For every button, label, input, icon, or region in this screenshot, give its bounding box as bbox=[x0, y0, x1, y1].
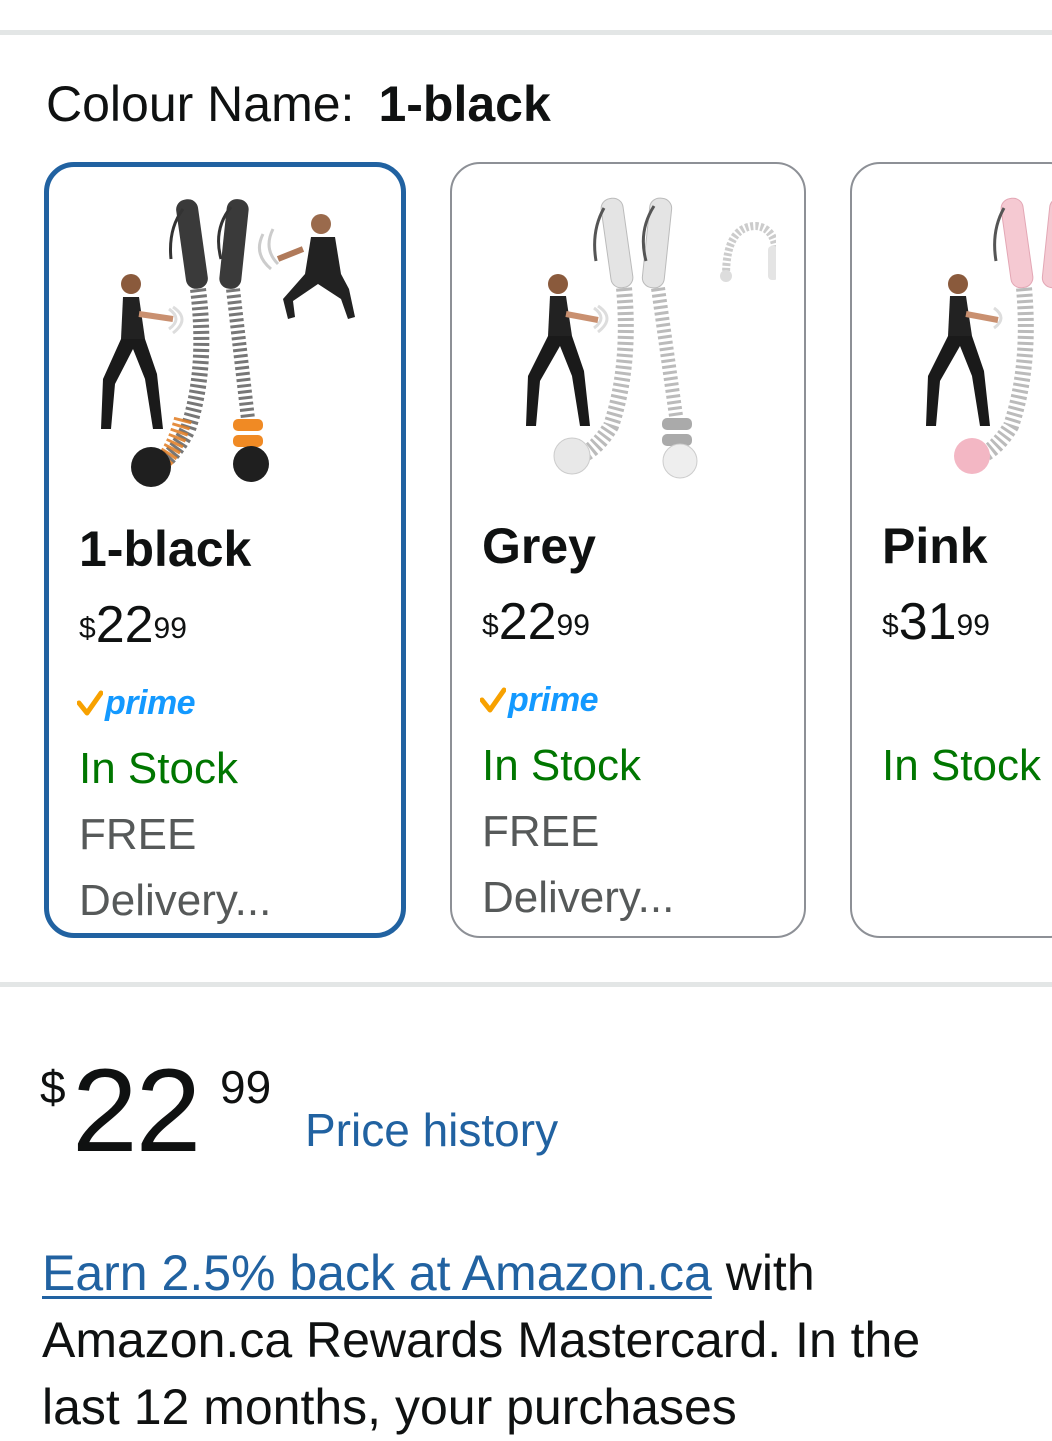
variant-name: 1-black bbox=[79, 521, 252, 577]
prime-badge: prime bbox=[77, 683, 196, 723]
top-divider bbox=[0, 30, 1052, 35]
stock-status: In Stock bbox=[882, 741, 1041, 790]
variant-card-black[interactable]: 1-black $2299 prime In Stock FREE Delive… bbox=[44, 162, 406, 938]
prime-badge: prime bbox=[480, 680, 599, 720]
prime-text: prime bbox=[105, 683, 196, 722]
stock-status: In Stock bbox=[79, 744, 238, 793]
main-price-fraction: 99 bbox=[220, 1061, 272, 1113]
price-fraction: 99 bbox=[956, 609, 990, 642]
colour-name-value: 1-black bbox=[378, 76, 551, 132]
main-price-whole: 22 bbox=[72, 1045, 201, 1177]
free-label: FREE bbox=[482, 807, 600, 856]
stock-status: In Stock bbox=[482, 741, 641, 790]
variant-card-grey[interactable]: Grey $2299 prime In Stock FREE Delivery.… bbox=[450, 162, 806, 938]
colour-name-label: Colour Name: bbox=[46, 76, 355, 132]
product-image-black bbox=[101, 199, 355, 487]
main-price-symbol: $ bbox=[40, 1061, 66, 1113]
delivery-label: Delivery... bbox=[482, 873, 675, 922]
product-image-grey bbox=[526, 197, 776, 479]
colour-name-row: Colour Name: 1-black bbox=[46, 72, 551, 136]
price-symbol: $ bbox=[482, 609, 499, 642]
price-symbol: $ bbox=[79, 612, 96, 645]
price-fraction: 99 bbox=[153, 612, 187, 645]
price-whole: 22 bbox=[498, 593, 557, 651]
price-fraction: 99 bbox=[556, 609, 590, 642]
price-whole: 22 bbox=[95, 596, 154, 654]
variant-price: $2299 bbox=[79, 595, 187, 668]
prime-text: prime bbox=[508, 680, 599, 719]
price-history-link[interactable]: Price history bbox=[305, 1100, 558, 1160]
variant-name: Pink bbox=[882, 518, 988, 574]
variant-price: $2299 bbox=[482, 592, 590, 665]
rewards-promo: Earn 2.5% back at Amazon.ca with Amazon.… bbox=[42, 1240, 1002, 1441]
prime-check-icon bbox=[77, 690, 103, 716]
variant-price: $3199 bbox=[882, 592, 990, 665]
price-whole: 31 bbox=[898, 593, 957, 651]
mid-divider bbox=[0, 982, 1052, 987]
free-label: FREE bbox=[79, 810, 197, 859]
variant-card-pink[interactable]: Pink $3199 In Stock bbox=[850, 162, 1052, 938]
delivery-label: Delivery... bbox=[79, 876, 272, 925]
earn-back-link[interactable]: Earn 2.5% back at Amazon.ca bbox=[42, 1245, 712, 1301]
variant-name: Grey bbox=[482, 518, 596, 574]
product-image-pink bbox=[926, 197, 1052, 474]
prime-check-icon bbox=[480, 687, 506, 713]
price-symbol: $ bbox=[882, 609, 899, 642]
